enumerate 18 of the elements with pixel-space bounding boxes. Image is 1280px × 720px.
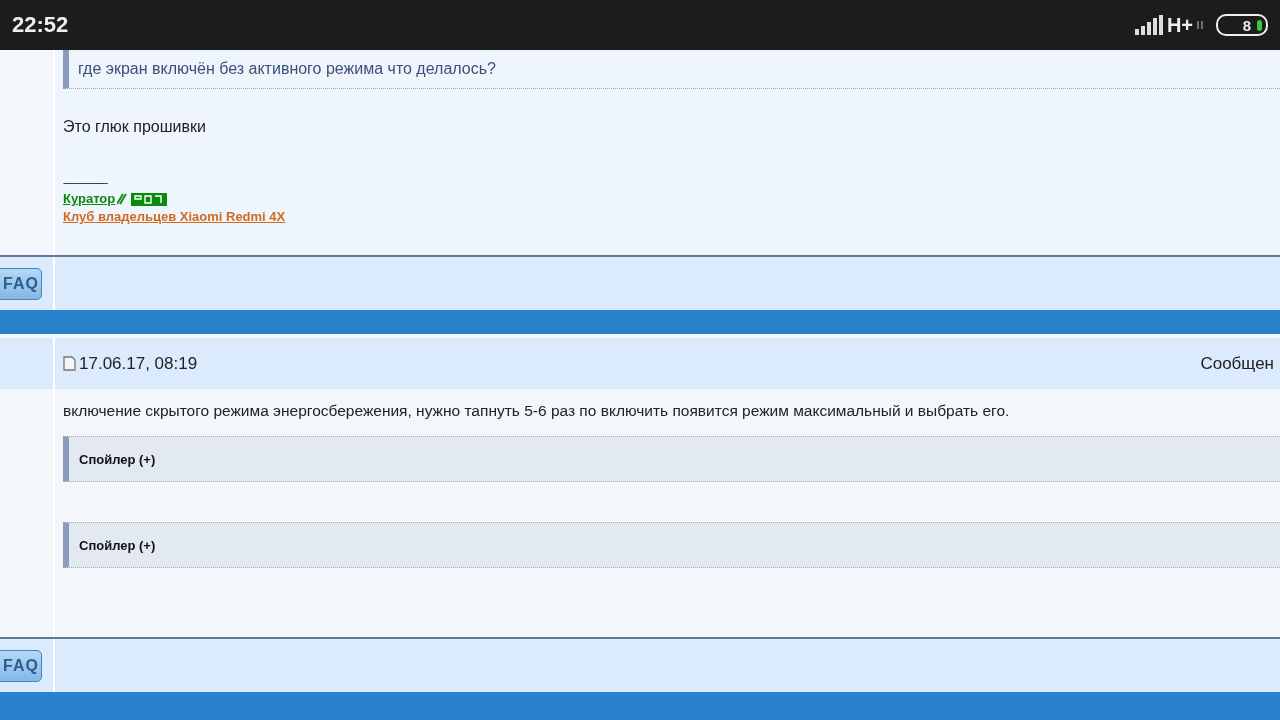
clock-time: 22:52: [12, 12, 69, 38]
post-text: Это глюк прошивки: [63, 118, 207, 136]
curator-link[interactable]: Куратор: [63, 191, 116, 206]
signal-icon: [1134, 15, 1163, 35]
pda-logo-icon: [117, 191, 168, 206]
network-type: H+: [1166, 13, 1193, 37]
spoiler-toggle[interactable]: Спойлер (+): [63, 522, 1280, 568]
signature-rule: -------------------: [63, 178, 109, 188]
message-link[interactable]: Сообщен: [1200, 353, 1274, 374]
faq-button[interactable]: FAQ: [0, 649, 42, 682]
post-text: включение скрытого режима энергосбережения, нужно тапнуть 5-6 раз по включить появится режим максимальный и выбрать его.: [63, 402, 1011, 420]
quote-text: где экран включён без активного режима что делалось?: [78, 60, 496, 78]
post-date: 17.06.17, 08:19: [79, 353, 198, 374]
battery-indicator: 8: [1216, 14, 1268, 36]
spoiler-toggle[interactable]: Спойлер (+): [63, 436, 1280, 482]
club-link[interactable]: Клуб владельцев Xiaomi Redmi 4X: [63, 209, 286, 224]
document-icon: [63, 356, 76, 371]
faq-button[interactable]: FAQ: [0, 267, 42, 300]
